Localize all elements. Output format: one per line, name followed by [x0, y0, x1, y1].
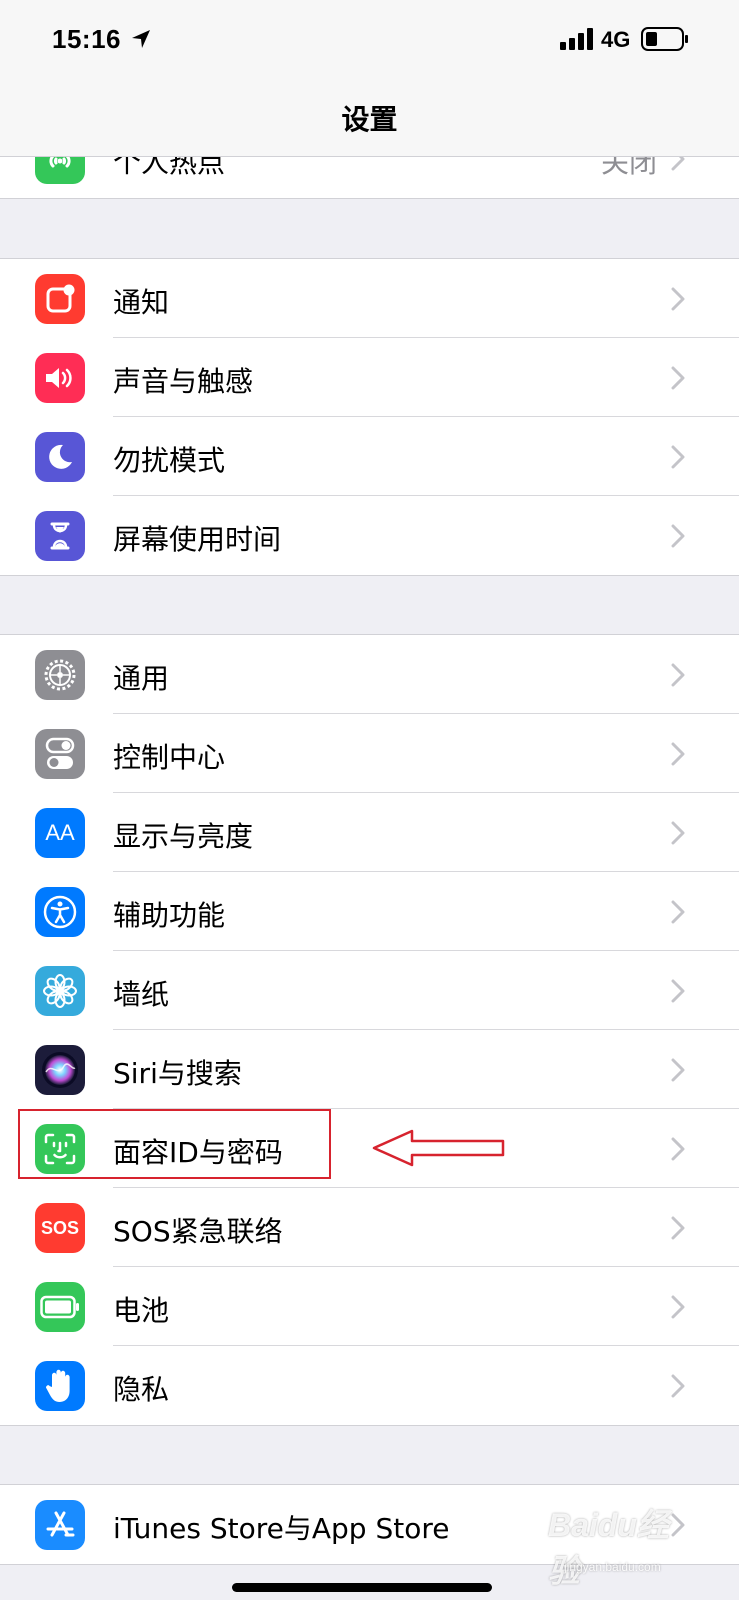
settings-row-wallpaper[interactable]: 墙纸: [0, 951, 739, 1030]
settings-row-battery[interactable]: 电池: [0, 1267, 739, 1346]
settings-row-notifications[interactable]: 通知: [0, 259, 739, 338]
row-label: 勿扰模式: [113, 444, 226, 477]
row-label: 墙纸: [113, 978, 170, 1011]
chevron-right-icon: [671, 663, 685, 687]
row-label: iTunes Store与App Store: [113, 1512, 450, 1545]
app-store-icon: [35, 1500, 85, 1550]
signal-bars-icon: [560, 28, 593, 50]
chevron-right-icon: [671, 979, 685, 1003]
speaker-icon: [35, 353, 85, 403]
chevron-right-icon: [671, 1216, 685, 1240]
row-label: 显示与亮度: [113, 820, 254, 853]
highlight-box: [18, 1109, 331, 1179]
row-label: 隐私: [113, 1373, 170, 1406]
chevron-right-icon: [671, 524, 685, 548]
chevron-right-icon: [671, 1137, 685, 1161]
settings-row-dnd[interactable]: 勿扰模式: [0, 417, 739, 496]
group-general: 通用 控制中心 AA 显示与亮度 辅助功能 墙纸 Siri与搜索 面容ID与密码…: [0, 634, 739, 1426]
settings-row-general[interactable]: 通用: [0, 635, 739, 714]
chevron-right-icon: [671, 1374, 685, 1398]
watermark: Baidu经验: [548, 1507, 669, 1589]
toggles-icon: [35, 729, 85, 779]
moon-icon: [35, 432, 85, 482]
chevron-right-icon: [671, 445, 685, 469]
chevron-right-icon: [671, 742, 685, 766]
network-type: 4G: [601, 27, 631, 52]
home-indicator[interactable]: [232, 1583, 492, 1592]
status-bar: 15:16 4G: [0, 0, 739, 80]
battery-status-icon: [641, 27, 688, 51]
watermark-url: jingyan.baidu.com: [564, 1560, 661, 1574]
settings-row-sounds[interactable]: 声音与触感: [0, 338, 739, 417]
chevron-right-icon: [671, 1058, 685, 1082]
battery-icon: [35, 1282, 85, 1332]
settings-row-screentime[interactable]: 屏幕使用时间: [0, 496, 739, 575]
siri-icon: [35, 1045, 85, 1095]
settings-row-privacy[interactable]: 隐私: [0, 1346, 739, 1425]
chevron-right-icon: [671, 900, 685, 924]
chevron-right-icon: [671, 366, 685, 390]
settings-row-accessibility[interactable]: 辅助功能: [0, 872, 739, 951]
text-size-icon: AA: [35, 808, 85, 858]
flower-icon: [35, 966, 85, 1016]
settings-row-siri[interactable]: Siri与搜索: [0, 1030, 739, 1109]
row-label: 屏幕使用时间: [113, 523, 282, 556]
row-label: Siri与搜索: [113, 1057, 242, 1090]
row-label: 辅助功能: [113, 899, 226, 932]
arrow-left-icon: [372, 1129, 505, 1167]
location-arrow-icon: [132, 30, 150, 48]
gear-icon: [35, 650, 85, 700]
group-notifications: 通知 声音与触感 勿扰模式 屏幕使用时间: [0, 258, 739, 576]
row-label: 电池: [113, 1294, 170, 1327]
accessibility-icon: [35, 887, 85, 937]
sos-icon: SOS: [35, 1203, 85, 1253]
row-label: 通知: [113, 286, 170, 319]
row-label: 控制中心: [113, 741, 226, 774]
status-time: 15:16: [52, 24, 121, 54]
settings-row-sos[interactable]: SOS SOS紧急联络: [0, 1188, 739, 1267]
row-label: SOS紧急联络: [113, 1215, 283, 1248]
settings-row-control-center[interactable]: 控制中心: [0, 714, 739, 793]
chevron-right-icon: [671, 287, 685, 311]
chevron-right-icon: [671, 1295, 685, 1319]
icon-glyph: SOS: [40, 1217, 79, 1238]
notifications-icon: [35, 274, 85, 324]
settings-row-display[interactable]: AA 显示与亮度: [0, 793, 739, 872]
hourglass-icon: [35, 511, 85, 561]
hand-icon: [35, 1361, 85, 1411]
row-label: 通用: [113, 662, 170, 695]
chevron-right-icon: [671, 821, 685, 845]
page-title: 设置: [341, 103, 398, 136]
icon-glyph: AA: [45, 820, 75, 845]
row-label: 声音与触感: [113, 365, 254, 398]
nav-bar: 设置: [0, 80, 739, 157]
